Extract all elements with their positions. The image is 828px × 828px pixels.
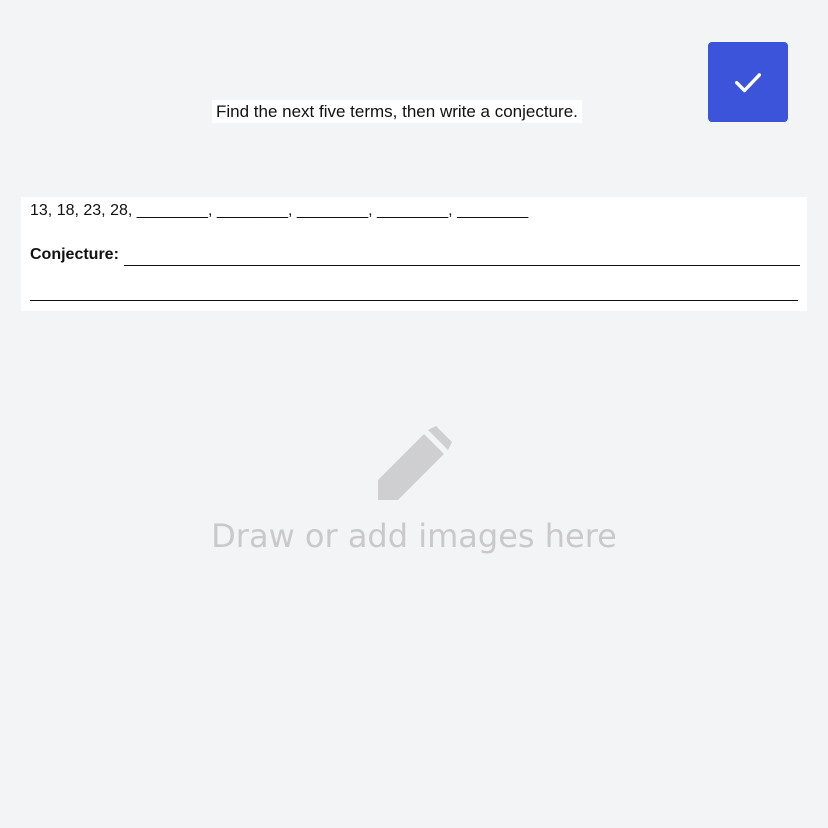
sequence-prompt: 13, 18, 23, 28, ________, ________, ____… [30, 202, 529, 219]
conjecture-answer-line [123, 246, 800, 266]
drawing-area[interactable]: Draw or add images here [0, 420, 828, 570]
conjecture-answer-line-2 [30, 281, 798, 301]
checkmark-icon [731, 65, 765, 99]
conjecture-row: Conjecture: [30, 244, 800, 266]
submit-check-button[interactable] [708, 42, 788, 122]
worksheet-card: 13, 18, 23, 28, ________, ________, ____… [21, 197, 807, 311]
conjecture-label: Conjecture: [30, 246, 119, 263]
canvas-page: Find the next five terms, then write a c… [0, 0, 828, 828]
draw-hint-text: Draw or add images here [211, 517, 617, 555]
instruction-text: Find the next five terms, then write a c… [212, 100, 582, 123]
pencil-icon [376, 426, 452, 502]
